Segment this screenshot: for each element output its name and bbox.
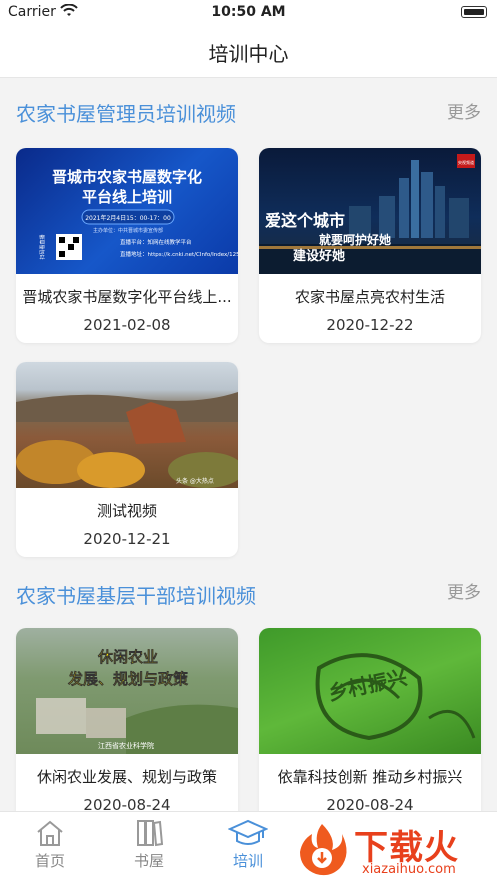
video-card[interactable]: 乡村振兴 依靠科技创新 推动乡村振兴 2020-08-24	[259, 628, 481, 811]
section-title-cadre: 农家书屋基层干部培训视频	[16, 584, 256, 608]
video-title: 测试视频	[96, 502, 157, 520]
site-watermark: 下载火 xiazaihuo.com	[292, 820, 492, 880]
thumb-platform: 直播平台：知网在线教学平台	[120, 238, 192, 246]
video-date: 2020-08-24	[326, 796, 414, 811]
thumb-url: 直播地址：https://k.cnki.net/CInfo/Index/1255…	[120, 250, 238, 258]
video-card[interactable]: 休闲农业 发展、规划与政策 江西省农业科学院 休闲农业发展、规划与政策 2020…	[16, 628, 238, 811]
thumb-watermark: 头条 @大热点	[176, 477, 214, 485]
video-thumbnail: 休闲农业 发展、规划与政策 江西省农业科学院	[16, 628, 238, 754]
home-icon	[15, 818, 85, 848]
video-date: 2020-12-21	[83, 530, 171, 548]
thumb-headline-1: 休闲农业	[97, 648, 158, 666]
thumb-badge: 央视频道	[458, 159, 474, 165]
section-title-admin: 农家书屋管理员培训视频	[16, 102, 236, 126]
video-title: 晋城农家书屋数字化平台线上...	[22, 288, 232, 306]
thumb-slogan-2: 就要呵护好她	[319, 232, 391, 247]
thumb-slogan-1: 爱这个城市	[265, 211, 345, 230]
video-card[interactable]: 爱这个城市 就要呵护好她 建设好她 央视频道 农家书屋点亮农村生活 2020-1…	[259, 148, 481, 343]
flame-logo-icon	[300, 824, 347, 876]
video-title: 依靠科技创新 推动乡村振兴	[277, 768, 463, 786]
thumb-headline-2: 平台线上培训	[82, 188, 172, 206]
video-card[interactable]: 晋城市农家书屋数字化 平台线上培训 2021年2月4日15：00-17：00 主…	[16, 148, 238, 343]
thumb-headline-2: 发展、规划与政策	[67, 670, 189, 688]
thumb-date: 2021年2月4日15：00-17：00	[85, 214, 171, 222]
bookshelf-icon	[114, 818, 184, 848]
watermark-url: xiazaihuo.com	[362, 862, 456, 877]
thumb-organizer: 主办单位：中共晋城市委宣传部	[93, 227, 163, 234]
section-more-cadre[interactable]: 更多	[447, 578, 481, 603]
page-title: 培训中心	[208, 42, 289, 66]
thumb-organizer: 江西省农业科学院	[98, 741, 154, 750]
status-bar: Carrier 10:50 AM	[0, 0, 497, 26]
thumb-headline-1: 晋城市农家书屋数字化	[52, 168, 202, 186]
video-thumbnail: 头条 @大热点	[16, 362, 238, 488]
video-thumbnail: 爱这个城市 就要呵护好她 建设好她 央视频道	[259, 148, 481, 274]
battery-icon	[461, 6, 487, 18]
status-time: 10:50 AM	[211, 4, 286, 20]
tab-label: 书屋	[133, 852, 164, 870]
video-title: 农家书屋点亮农村生活	[294, 288, 445, 306]
main-content[interactable]: 农家书屋管理员培训视频 更多 晋城市农家书屋数字化 平台线上培训 2021年2月…	[0, 78, 497, 811]
tab-training[interactable]: 培训	[213, 818, 283, 871]
navigation-bar: 培训中心	[0, 26, 497, 78]
tab-label: 首页	[34, 852, 65, 870]
section-more-admin[interactable]: 更多	[447, 98, 481, 123]
video-date: 2021-02-08	[83, 316, 171, 334]
video-thumbnail: 晋城市农家书屋数字化 平台线上培训 2021年2月4日15：00-17：00 主…	[16, 148, 238, 274]
thumb-field-art: 乡村振兴	[326, 665, 409, 705]
video-card[interactable]: 头条 @大热点 测试视频 2020-12-21	[16, 362, 238, 557]
video-date: 2020-08-24	[83, 796, 171, 811]
video-title: 休闲农业发展、规划与政策	[36, 768, 217, 786]
thumb-qr-label: 扫码看直播	[39, 234, 46, 259]
tab-bookhouse[interactable]: 书屋	[114, 818, 184, 871]
thumb-slogan-3: 建设好她	[293, 248, 345, 264]
tab-home[interactable]: 首页	[15, 818, 85, 871]
video-date: 2020-12-22	[326, 316, 414, 334]
video-thumbnail: 乡村振兴	[259, 628, 481, 754]
tab-label: 培训	[232, 852, 263, 870]
graduation-cap-icon	[213, 818, 283, 848]
